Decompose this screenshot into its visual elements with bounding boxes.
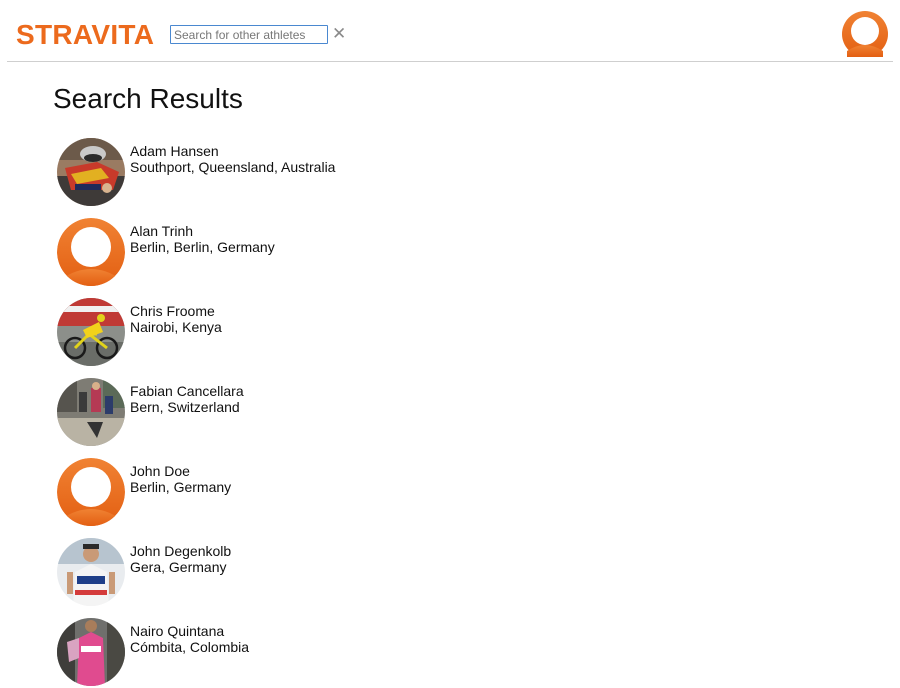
profile-avatar-button[interactable] xyxy=(842,11,888,57)
athlete-location: Gera, Germany xyxy=(130,559,227,575)
athlete-result-item[interactable]: John Doe Berlin, Germany xyxy=(57,458,477,528)
athlete-name[interactable]: Adam Hansen xyxy=(130,143,219,160)
athlete-location: Bern, Switzerland xyxy=(130,399,240,415)
athlete-location: Nairobi, Kenya xyxy=(130,319,222,335)
page-title: Search Results xyxy=(53,83,243,114)
default-user-icon xyxy=(57,218,125,286)
athlete-result-item[interactable]: John Degenkolb Gera, Germany xyxy=(57,538,477,608)
athlete-result-item[interactable]: Chris Froome Nairobi, Kenya xyxy=(57,298,477,368)
athlete-name[interactable]: John Doe xyxy=(130,463,190,480)
athlete-photo xyxy=(57,298,125,366)
athlete-result-item[interactable]: Fabian Cancellara Bern, Switzerland xyxy=(57,378,477,448)
athlete-name[interactable]: Chris Froome xyxy=(130,303,215,320)
athlete-location: Berlin, Berlin, Germany xyxy=(130,239,275,255)
close-icon[interactable]: ✕ xyxy=(332,25,346,43)
header-divider xyxy=(7,61,893,62)
athlete-result-item[interactable]: Alan Trinh Berlin, Berlin, Germany xyxy=(57,218,477,288)
athlete-result-item[interactable]: Nairo Quintana Cómbita, Colombia xyxy=(57,618,477,688)
athlete-name[interactable]: Alan Trinh xyxy=(130,223,193,240)
app-logo[interactable]: STRAVITA xyxy=(16,18,154,52)
athlete-name[interactable]: John Degenkolb xyxy=(130,543,231,560)
app-header: STRAVITA ✕ xyxy=(0,0,900,62)
default-user-icon xyxy=(57,458,125,526)
athlete-name[interactable]: Fabian Cancellara xyxy=(130,383,244,400)
athlete-result-item[interactable]: Adam Hansen Southport, Queensland, Austr… xyxy=(57,138,477,208)
athlete-name[interactable]: Nairo Quintana xyxy=(130,623,224,640)
athlete-photo xyxy=(57,378,125,446)
user-avatar-icon xyxy=(842,11,888,57)
athlete-location: Southport, Queensland, Australia xyxy=(130,159,336,175)
athlete-photo xyxy=(57,538,125,606)
athlete-photo xyxy=(57,138,125,206)
athlete-search-input[interactable] xyxy=(170,25,328,44)
athlete-location: Cómbita, Colombia xyxy=(130,639,250,655)
athlete-location: Berlin, Germany xyxy=(130,479,232,495)
athlete-photo xyxy=(57,618,125,686)
